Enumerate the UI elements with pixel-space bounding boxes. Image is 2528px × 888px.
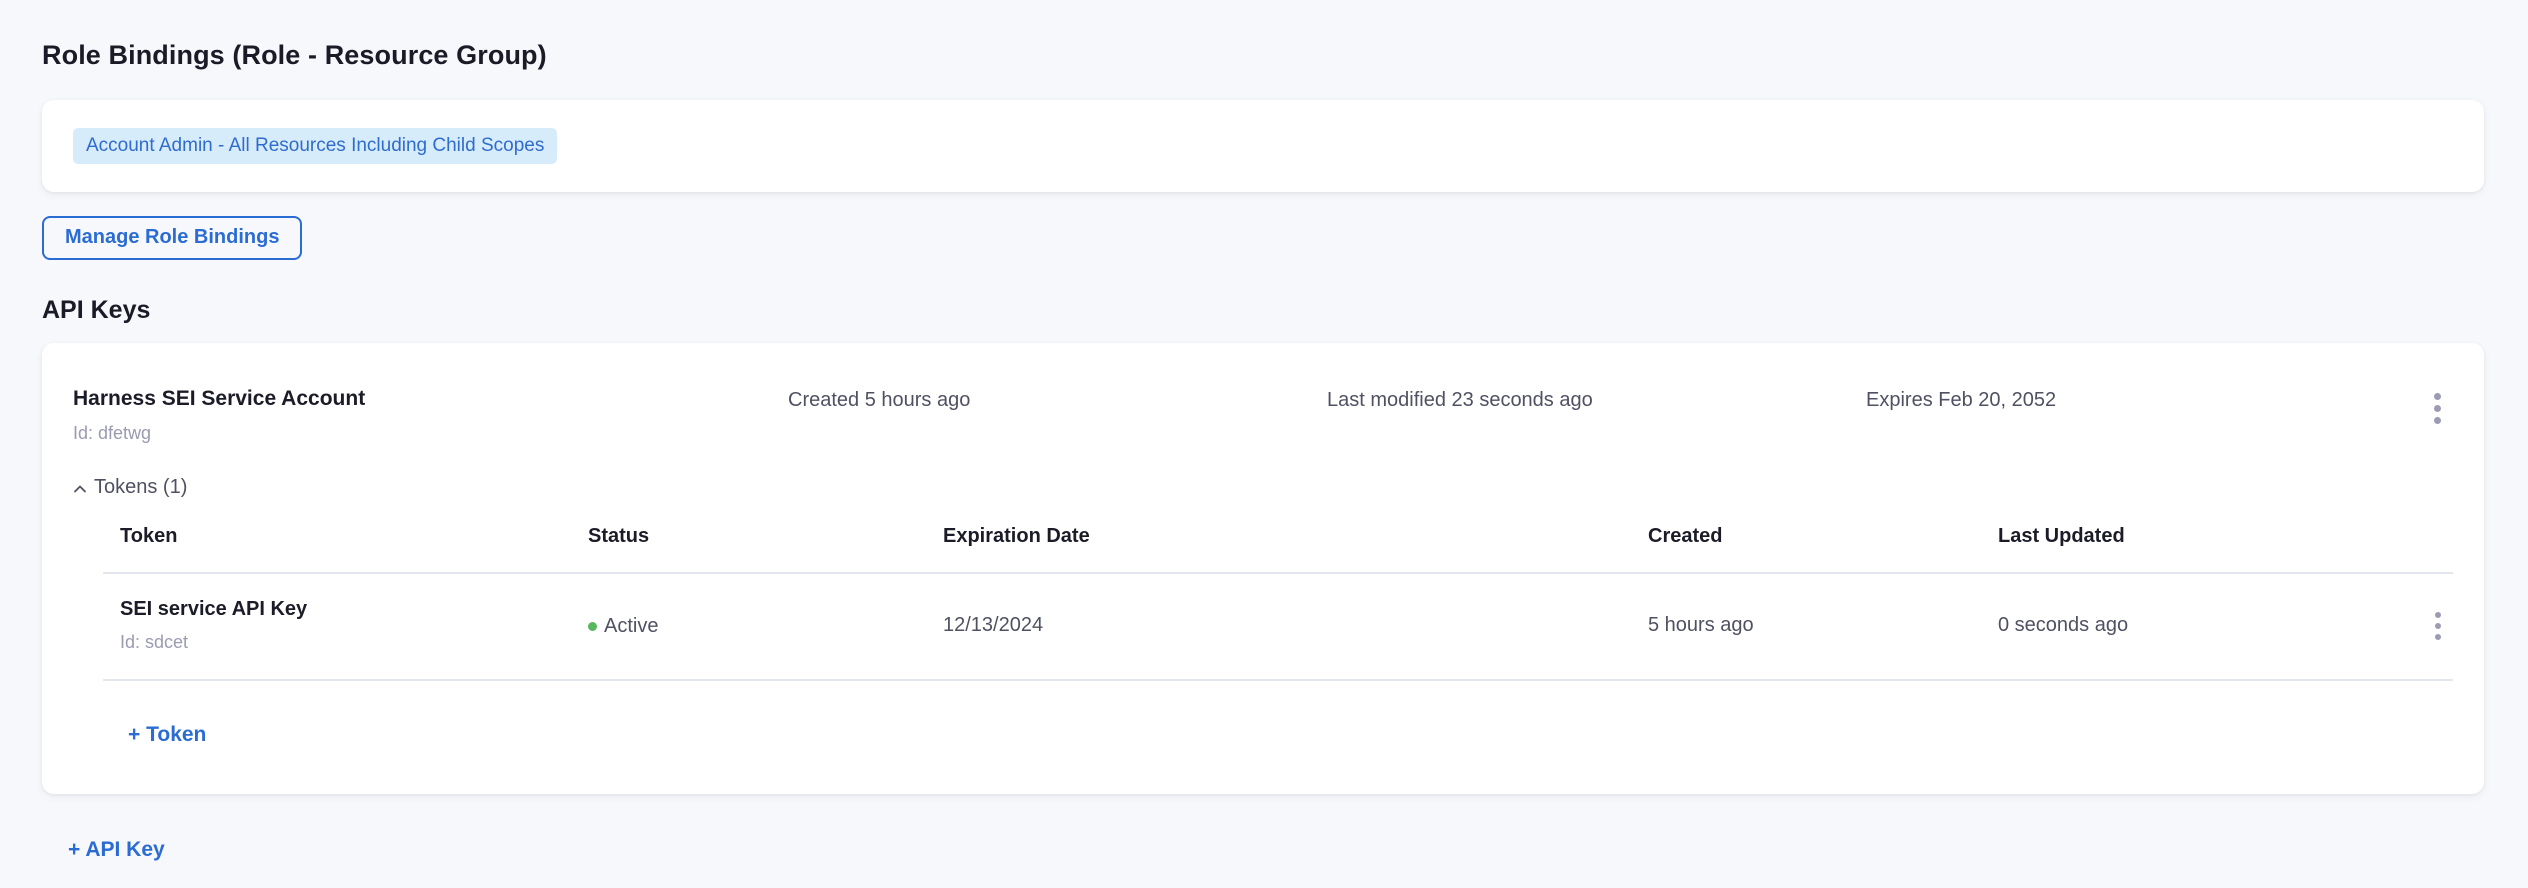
column-header-created: Created <box>1648 525 1998 548</box>
add-token-button[interactable]: + Token <box>128 723 206 747</box>
tokens-table-header-row: Token Status Expiration Date Created Las… <box>103 515 2453 574</box>
api-key-card: Harness SEI Service Account Id: dfetwg C… <box>42 343 2484 794</box>
api-keys-title: API Keys <box>42 296 2484 325</box>
column-header-last-updated: Last Updated <box>1998 525 2411 548</box>
api-key-expires: Expires Feb 20, 2052 <box>1866 387 2424 412</box>
tokens-table: Token Status Expiration Date Created Las… <box>103 515 2453 681</box>
role-binding-tag: Account Admin - All Resources Including … <box>73 128 557 164</box>
manage-role-bindings-button[interactable]: Manage Role Bindings <box>42 216 302 260</box>
token-created: 5 hours ago <box>1648 614 1998 637</box>
token-menu-button[interactable] <box>2425 606 2451 646</box>
column-header-status: Status <box>588 525 943 548</box>
tokens-toggle-label: Tokens (1) <box>94 476 187 499</box>
token-table-row: SEI service API Key Id: sdcet Active 12/… <box>103 574 2453 681</box>
column-header-token: Token <box>120 525 588 548</box>
api-key-id: Id: dfetwg <box>73 423 788 444</box>
api-key-name: Harness SEI Service Account <box>73 387 788 411</box>
status-active-dot-icon <box>588 622 597 631</box>
api-key-created: Created 5 hours ago <box>788 387 1327 412</box>
token-actions-cell <box>2425 606 2453 646</box>
token-last-updated: 0 seconds ago <box>1998 614 2411 637</box>
add-api-key-button[interactable]: + API Key <box>68 838 165 862</box>
token-name: SEI service API Key <box>120 598 588 621</box>
role-bindings-card: Account Admin - All Resources Including … <box>42 100 2484 192</box>
column-header-expiration-date: Expiration Date <box>943 525 1648 548</box>
token-status-cell: Active <box>588 614 943 638</box>
role-bindings-title: Role Bindings (Role - Resource Group) <box>42 40 2484 71</box>
token-id: Id: sdcet <box>120 632 588 653</box>
api-key-menu-button[interactable] <box>2424 387 2451 430</box>
api-key-identity: Harness SEI Service Account Id: dfetwg <box>73 387 788 444</box>
chevron-up-icon <box>73 484 87 494</box>
tokens-collapse-toggle[interactable]: Tokens (1) <box>73 476 187 499</box>
api-key-last-modified: Last modified 23 seconds ago <box>1327 387 1866 412</box>
token-status: Active <box>604 615 658 638</box>
token-identity: SEI service API Key Id: sdcet <box>120 598 588 653</box>
api-key-header: Harness SEI Service Account Id: dfetwg C… <box>73 387 2453 444</box>
token-expiration-date: 12/13/2024 <box>943 614 1648 637</box>
service-account-detail-page: Role Bindings (Role - Resource Group) Ac… <box>0 0 2528 862</box>
